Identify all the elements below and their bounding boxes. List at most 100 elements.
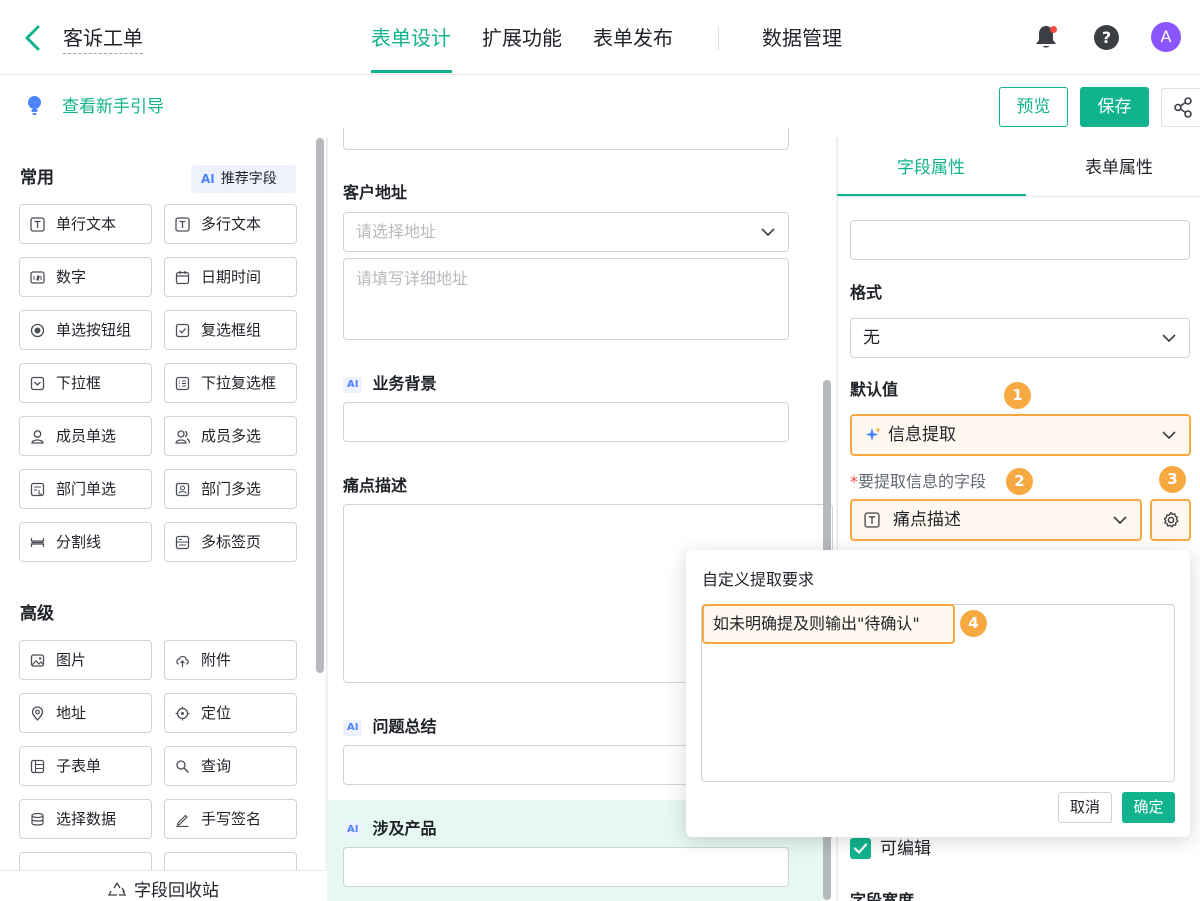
ai-tag: AI: [343, 377, 363, 393]
field-radio-group[interactable]: 单选按钮组: [19, 310, 152, 350]
text-icon: [175, 216, 190, 232]
field-select-data[interactable]: 选择数据: [19, 799, 152, 839]
tab-extensions[interactable]: 扩展功能: [482, 24, 562, 52]
back-arrow-icon[interactable]: [20, 24, 46, 52]
field-checkbox-group[interactable]: 复选框组: [164, 310, 297, 350]
extract-requirement-text[interactable]: 如未明确提及则输出"待确认": [702, 604, 955, 644]
address-select[interactable]: 请选择地址: [343, 212, 789, 252]
active-tab-indicator: [371, 70, 452, 73]
notification-dot: [1050, 26, 1057, 33]
crosshair-icon: [175, 706, 190, 721]
divider-icon: [30, 535, 45, 550]
active-rtab-indicator: [837, 194, 1026, 196]
field-more-1[interactable]: [19, 852, 152, 870]
extract-field-select[interactable]: 痛点描述: [850, 499, 1142, 541]
field-query[interactable]: 查询: [164, 746, 297, 786]
tabs-divider: [837, 196, 1200, 197]
ai-recommend-fields-button[interactable]: AI 推荐字段: [191, 165, 296, 193]
field-member-single[interactable]: 成员单选: [19, 416, 152, 456]
field-width-label: 字段宽度: [850, 891, 915, 901]
common-section-title: 常用: [20, 168, 54, 188]
tab-form-properties[interactable]: 表单属性: [1085, 153, 1153, 183]
table-icon: [30, 759, 45, 774]
image-icon: [30, 653, 45, 668]
field-address[interactable]: 地址: [19, 693, 152, 733]
share-button[interactable]: [1161, 88, 1200, 127]
field-datetime[interactable]: 日期时间: [164, 257, 297, 297]
chevron-down-icon: [760, 227, 776, 237]
left-panel-scrollbar[interactable]: [316, 138, 324, 673]
chevron-down-icon: [1161, 333, 1177, 343]
field-image[interactable]: 图片: [19, 640, 152, 680]
popup-title: 自定义提取要求: [702, 570, 815, 589]
field-member-multi[interactable]: 成员多选: [164, 416, 297, 456]
save-button[interactable]: 保存: [1080, 87, 1149, 127]
step-badge-1: 1: [1004, 382, 1031, 409]
user-icon: [30, 429, 45, 444]
editable-checkbox[interactable]: [850, 838, 871, 859]
field-single-line-text[interactable]: 单行文本: [19, 204, 152, 244]
field-name-input[interactable]: [850, 220, 1190, 260]
field-location[interactable]: 定位: [164, 693, 297, 733]
background-field-label: AI 业务背景: [343, 372, 436, 396]
list-check-icon: [175, 376, 190, 391]
checkbox-icon: [175, 323, 190, 338]
app-title[interactable]: 客诉工单: [63, 24, 143, 54]
tab-field-properties[interactable]: 字段属性: [897, 153, 965, 183]
field-attachment[interactable]: 附件: [164, 640, 297, 680]
preview-button[interactable]: 预览: [999, 87, 1068, 127]
recycle-bin-button[interactable]: 字段回收站: [0, 870, 327, 901]
field-sub-form[interactable]: 子表单: [19, 746, 152, 786]
chevron-down-icon: [1112, 515, 1128, 525]
extract-settings-button[interactable]: [1150, 499, 1191, 541]
department-multi-icon: [175, 482, 190, 497]
tab-data-management[interactable]: 数据管理: [762, 24, 842, 52]
tabs-icon: [175, 535, 190, 550]
background-input[interactable]: [343, 402, 789, 442]
extract-field-label: *要提取信息的字段: [850, 472, 987, 491]
default-value-label: 默认值: [850, 380, 899, 399]
chevron-down-icon: [1161, 430, 1177, 440]
text-icon: [30, 216, 45, 232]
avatar[interactable]: A: [1151, 22, 1181, 52]
field-divider[interactable]: 分割线: [19, 522, 152, 562]
tab-form-design[interactable]: 表单设计: [371, 24, 451, 52]
dropdown-icon: [30, 376, 45, 391]
field-number[interactable]: 数字: [19, 257, 152, 297]
advanced-section-title: 高级: [20, 604, 54, 624]
address-field-label: 客户地址: [343, 183, 408, 202]
pen-icon: [175, 812, 190, 827]
ai-recommend-label: 推荐字段: [220, 171, 277, 187]
field-signature[interactable]: 手写签名: [164, 799, 297, 839]
number-icon: [30, 270, 45, 285]
step-badge-3: 3: [1159, 466, 1186, 493]
cancel-button[interactable]: 取消: [1058, 792, 1112, 823]
field-multi-line-text[interactable]: 多行文本: [164, 204, 297, 244]
confirm-button[interactable]: 确定: [1122, 792, 1175, 823]
field-dropdown-multi[interactable]: 下拉复选框: [164, 363, 297, 403]
text-icon: [864, 512, 880, 528]
radio-icon: [30, 323, 45, 338]
ai-tag: AI: [343, 822, 363, 838]
sparkle-icon: [864, 426, 882, 444]
step-badge-4: 4: [960, 610, 987, 637]
tab-form-publish[interactable]: 表单发布: [593, 24, 673, 52]
database-icon: [30, 812, 45, 827]
field-dept-single[interactable]: 部门单选: [19, 469, 152, 509]
beginner-guide-link[interactable]: 查看新手引导: [62, 95, 164, 119]
users-icon: [175, 429, 190, 444]
field-dept-multi[interactable]: 部门多选: [164, 469, 297, 509]
summary-field-label: AI 问题总结: [343, 715, 436, 739]
field-more-2[interactable]: [164, 852, 297, 870]
field-multi-tab[interactable]: 多标签页: [164, 522, 297, 562]
format-select[interactable]: 无: [850, 318, 1190, 358]
prev-field-input[interactable]: [343, 128, 789, 150]
ai-icon: AI: [201, 172, 215, 186]
product-input[interactable]: [343, 847, 789, 887]
department-icon: [30, 482, 45, 497]
share-icon: [1174, 97, 1192, 118]
default-value-select[interactable]: 信息提取: [850, 414, 1191, 456]
field-dropdown[interactable]: 下拉框: [19, 363, 152, 403]
address-detail-textarea[interactable]: 请填写详细地址: [343, 258, 789, 340]
help-icon[interactable]: ?: [1094, 25, 1119, 50]
